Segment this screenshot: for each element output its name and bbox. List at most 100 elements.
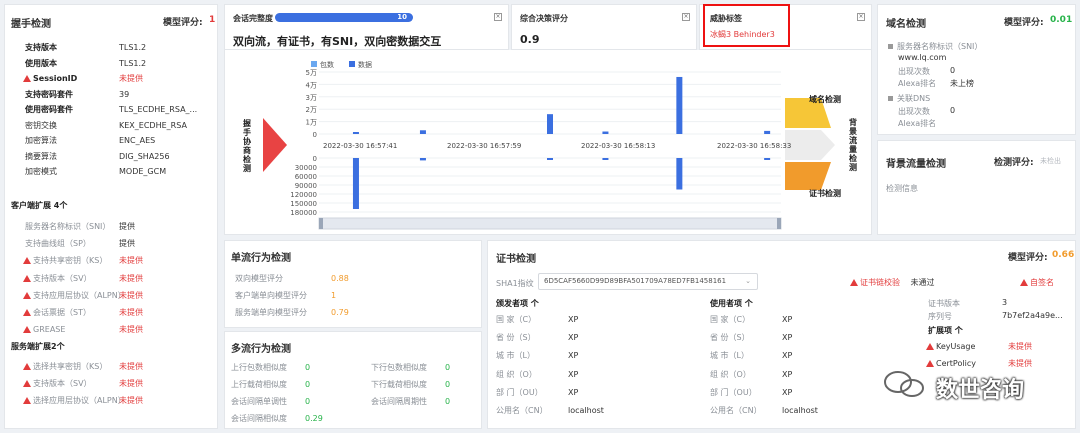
row-key-text: 公用名（CN） (496, 406, 548, 415)
y-tick-up: 3万 (306, 94, 317, 102)
warning-icon (23, 363, 31, 370)
cert-score: 0.66 (1052, 250, 1075, 260)
dns-block: 关联DNS (888, 93, 930, 104)
row-value: 39 (119, 89, 130, 99)
warning-icon (23, 274, 31, 282)
row-key: 省 份（S） (496, 330, 536, 345)
decision-close-icon[interactable]: × (682, 13, 690, 21)
domain-panel: 域名检测 模型评分: 0.01 服务器名称标识（SNI） www.lq.com … (877, 4, 1076, 135)
handshake-row: 支持密码套件 39 (15, 87, 211, 102)
row-key: 上行包数相似度 (231, 360, 287, 375)
y-tick-down: 120000 (290, 191, 317, 199)
row-key-text: 使用密码套件 (25, 105, 73, 114)
warning-icon (23, 309, 31, 316)
row-key: 使用版本 (25, 56, 57, 71)
bar-up (352, 132, 359, 134)
y-tick-down: 60000 (295, 173, 317, 181)
y-tick-down: 90000 (295, 182, 317, 190)
row-key: 密钥交换 (25, 118, 57, 133)
flow-chart-panel: 握手协商检测域名检测 证书检测背景流量检测包数 数据 5万 4万 3万 2万 1万 0 0 3000… (224, 50, 872, 235)
client-ext-title: 客户端扩展 4个 (11, 201, 68, 210)
row-key: 服务端单向模型评分 (235, 305, 307, 320)
left-label-char: 协 (243, 136, 251, 146)
row-value: 未提供 (119, 325, 143, 335)
row-key: 省 份（S） (710, 330, 750, 345)
issuer-row: 省 份（S） XP (496, 330, 696, 345)
handshake-row: SessionID 未提供 (15, 71, 211, 86)
issuer-title: 颁发者项 个 (496, 299, 539, 308)
row-value: DIG_SHA256 (119, 151, 170, 161)
bar-up (419, 130, 426, 134)
row-key: 公用名（CN） (710, 403, 762, 418)
version-value: 3 (1002, 298, 1008, 307)
row-key: 选择应用层协议（ALPN） (23, 393, 126, 408)
handshake-row: 加密模式 MODE_GCM (15, 164, 211, 179)
legend-swatch-data (349, 61, 355, 67)
row-key: 使用密码套件 (25, 102, 73, 117)
row-value: 0.29 (305, 414, 323, 423)
decision-score: 0.9 (520, 33, 540, 46)
count-value: 0 (950, 66, 956, 75)
right-mid-label-char: 景 (849, 126, 857, 136)
row-key-text: 城 市（L） (496, 351, 535, 361)
issuer-row: 部 门（OU） XP (496, 385, 696, 400)
row-value: 1 (331, 291, 337, 300)
row-key: 客户端单向模型评分 (235, 288, 307, 303)
row-value: XP (782, 351, 793, 361)
chevron-down-icon: ⌄ (745, 277, 751, 285)
row-key-text: GREASE (33, 325, 66, 335)
row-value: 未提供 (119, 256, 143, 266)
row-value: TLS1.2 (119, 43, 147, 52)
y-tick-down: 180000 (290, 209, 317, 217)
chain-value: 未通过 (910, 278, 935, 287)
handshake-panel: 握手检测 模型评分: 1 支持版本 TLS1.2 使用版本 TLS1.2 Session… (4, 4, 218, 429)
right-top-label: 域名检测 (809, 94, 841, 104)
wechat-icon (884, 371, 924, 397)
background-score-label: 检测评分: (994, 158, 1034, 168)
legend-packets: 包数 (320, 60, 334, 69)
row-key: 摘要算法 (25, 149, 57, 164)
row-value: 0.88 (331, 274, 349, 283)
row-value: XP (568, 387, 579, 397)
sha1-select[interactable]: 6D5CAF5660D99D89BFA501709A78ED7FB1458161… (538, 273, 758, 290)
row-value: 未提供 (119, 273, 143, 283)
session-close-icon[interactable]: × (494, 13, 502, 21)
issuer-row: 组 织（O） XP (496, 367, 696, 382)
bar-up (547, 114, 553, 134)
row-key-text: 上行包数相似度 (231, 363, 287, 372)
row-key-text: 摘要算法 (25, 151, 57, 161)
multi-flow-row: 上行载荷相似度 0 (231, 377, 351, 392)
row-value: 0 (305, 363, 311, 372)
row-key-text: 组 织（O） (710, 369, 751, 379)
row-key-text: 使用版本 (25, 58, 57, 68)
y-tick-down: 30000 (295, 164, 317, 172)
y-tick-down: 0 (313, 155, 317, 163)
warning-icon (23, 257, 31, 265)
y-tick-down: 150000 (290, 200, 317, 208)
handshake-score-label: 模型评分: (163, 18, 203, 28)
row-value: XP (782, 387, 793, 397)
cert-arrow-shape (785, 162, 831, 190)
row-value: 未提供 (119, 74, 143, 83)
right-mid-label-char: 检 (849, 153, 857, 163)
row-key: 国 家（C） (710, 312, 750, 327)
row-key-text: 会话间隔单调性 (231, 397, 287, 406)
row-key-text: 选择应用层协议（ALPN） (33, 396, 126, 406)
row-value: 0 (305, 397, 311, 406)
user-title: 使用者项 个 (710, 299, 753, 308)
self-signed-label: 自签名 (1030, 278, 1054, 287)
row-key: KeyUsage (926, 339, 975, 354)
bar-down (352, 158, 359, 209)
row-key: 组 织（O） (710, 367, 751, 382)
row-key-text: 加密模式 (25, 167, 57, 176)
row-key: 支持版本（SV） (23, 271, 92, 286)
server-ext-row: 选择应用层协议（ALPN） 未提供 (15, 393, 211, 408)
row-key: SessionID (23, 71, 77, 86)
row-key-text: 组 织（O） (496, 369, 537, 379)
bar-down (419, 158, 426, 161)
row-key: 选择共享密钥（KS） (23, 359, 107, 374)
row-value: TLS1.2 (119, 58, 147, 68)
left-label-char: 测 (243, 163, 251, 173)
row-key-text: 服务端单向模型评分 (235, 308, 307, 317)
threat-close-icon[interactable]: × (857, 13, 865, 21)
